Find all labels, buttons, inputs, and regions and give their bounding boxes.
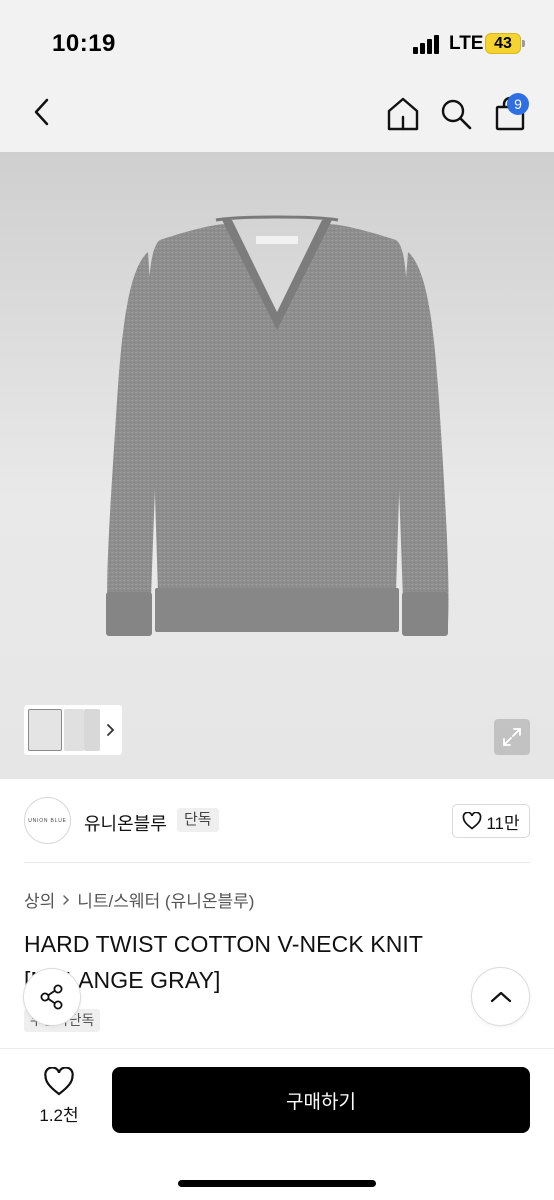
buy-button[interactable]: 구매하기 xyxy=(112,1067,530,1133)
scroll-top-button[interactable] xyxy=(471,967,530,1026)
chevron-right-icon[interactable] xyxy=(104,719,118,741)
home-icon[interactable] xyxy=(383,92,423,136)
product-title: HARD TWIST COTTON V-NECK KNIT [MELANGE G… xyxy=(24,931,423,993)
back-icon[interactable] xyxy=(22,92,62,132)
brand-like-count: 11만 xyxy=(486,813,520,833)
wishlist-count: 1.2천 xyxy=(39,1106,79,1125)
network-label: LTE xyxy=(449,33,484,54)
thumbnail-strip[interactable] xyxy=(24,705,122,755)
brand-logo[interactable]: UNION BLUE xyxy=(24,797,71,844)
signal-icon xyxy=(413,34,443,54)
status-bar: 10:19 LTE 43 xyxy=(0,0,554,80)
thumbnail-image[interactable] xyxy=(64,709,84,751)
product-image[interactable] xyxy=(0,152,554,779)
breadcrumb-category[interactable]: 상의 xyxy=(24,887,55,912)
cart-count-badge: 9 xyxy=(507,93,529,115)
heart-icon xyxy=(44,1067,74,1096)
home-indicator xyxy=(178,1180,376,1187)
bottom-action-bar: 1.2천 구매하기 xyxy=(0,1048,554,1200)
breadcrumb-subcategory[interactable]: 니트/스웨터 (유니온블루) xyxy=(77,887,254,912)
battery-cap xyxy=(522,40,525,47)
exclusive-tag: 단독 xyxy=(177,808,219,832)
chevron-up-icon xyxy=(490,991,511,1002)
brand-name[interactable]: 유니온블루 xyxy=(84,810,167,836)
expand-icon xyxy=(503,728,521,746)
nav-bar xyxy=(0,80,554,152)
sweater-image xyxy=(106,215,449,636)
expand-image-button[interactable] xyxy=(494,719,530,755)
thumbnail-image[interactable] xyxy=(28,709,62,751)
brand-row: UNION BLUE 유니온블루 단독 11만 xyxy=(24,797,530,845)
thumbnail-image[interactable] xyxy=(84,709,100,751)
breadcrumb: 상의 니트/스웨터 (유니온블루) xyxy=(24,887,254,912)
share-button[interactable] xyxy=(23,968,81,1026)
chevron-right-icon xyxy=(63,894,70,905)
divider xyxy=(24,862,530,863)
wishlist-button[interactable]: 1.2천 xyxy=(24,1067,94,1131)
brand-like-button[interactable]: 11만 xyxy=(452,804,530,838)
search-icon[interactable] xyxy=(436,92,476,136)
status-time: 10:19 xyxy=(52,30,116,57)
battery-icon: 43 xyxy=(485,33,521,54)
share-icon xyxy=(40,984,63,1010)
heart-icon xyxy=(462,812,482,830)
